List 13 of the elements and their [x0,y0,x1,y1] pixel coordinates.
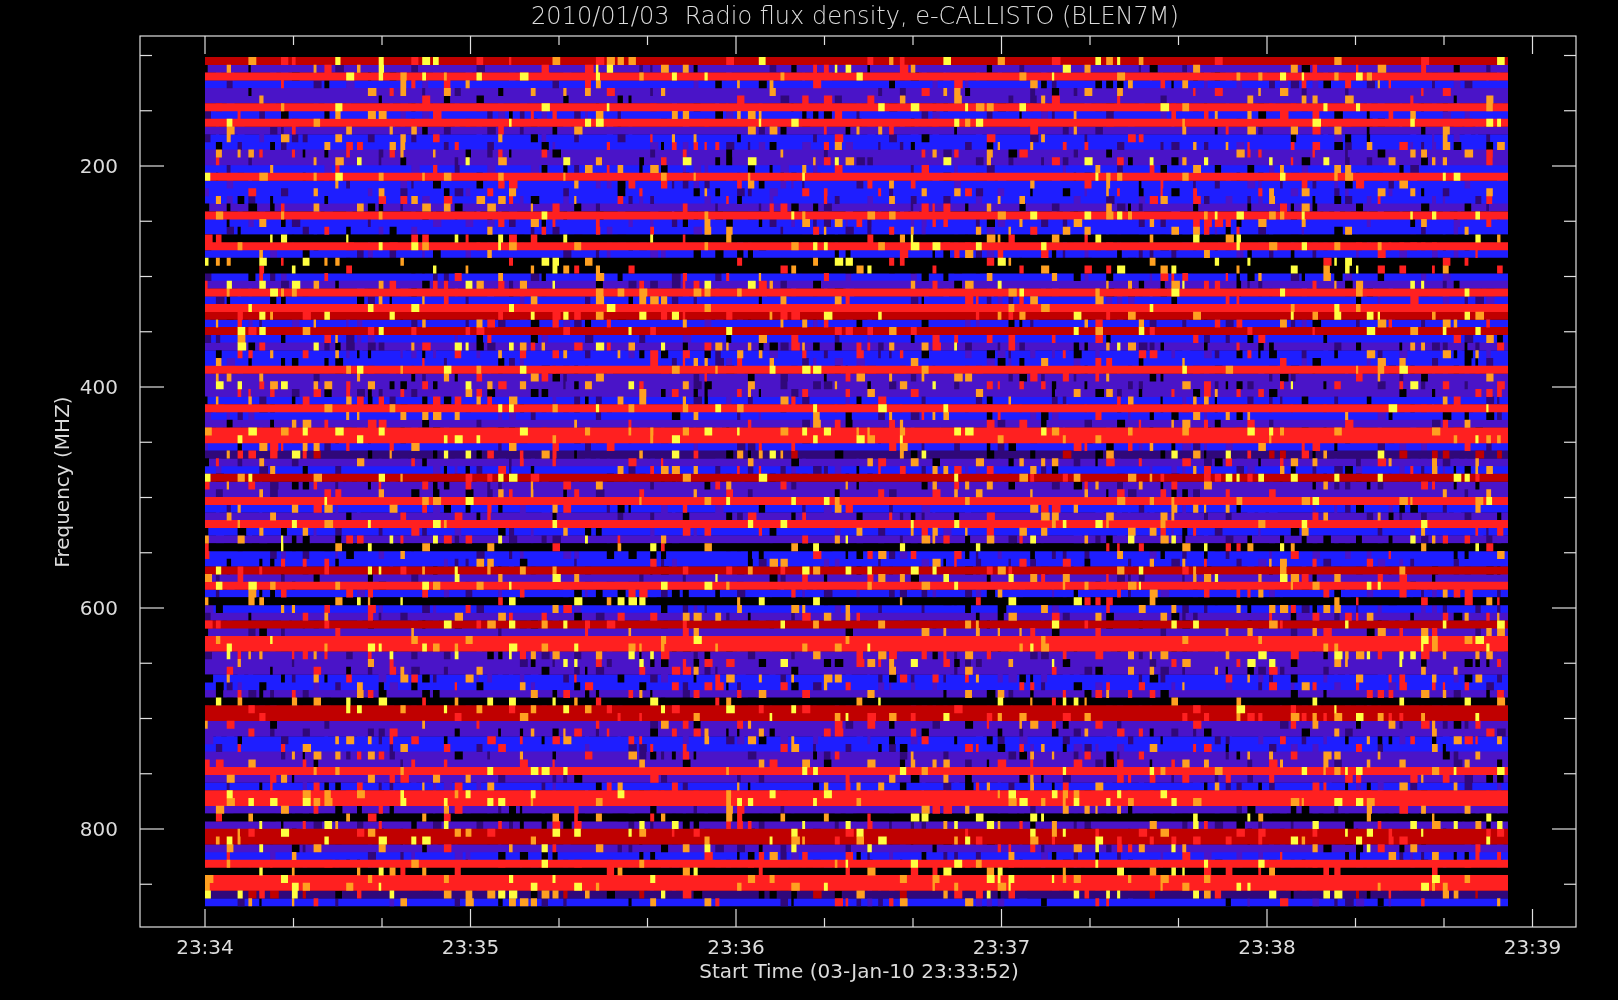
y-tick-label: 200 [79,154,118,178]
x-tick-label: 23:36 [707,935,765,959]
x-tick-label: 23:35 [441,935,500,959]
x-tick-label: 23:34 [176,935,234,959]
x-axis-label: Start Time (03-Jan-10 23:33:52) [699,959,1019,983]
x-tick-label: 23:39 [1503,935,1562,959]
chart-title: 2010/01/03 Radio flux density, e-CALLISTO (BLEN7M) [531,2,1179,30]
x-tick-label: 23:38 [1238,935,1296,959]
x-tick-label: 23:37 [972,935,1031,959]
y-tick-label: 800 [79,817,118,841]
y-tick-label: 400 [79,375,118,399]
y-axis-label: Frequency (MHZ) [50,396,74,568]
y-tick-label: 600 [79,596,118,620]
